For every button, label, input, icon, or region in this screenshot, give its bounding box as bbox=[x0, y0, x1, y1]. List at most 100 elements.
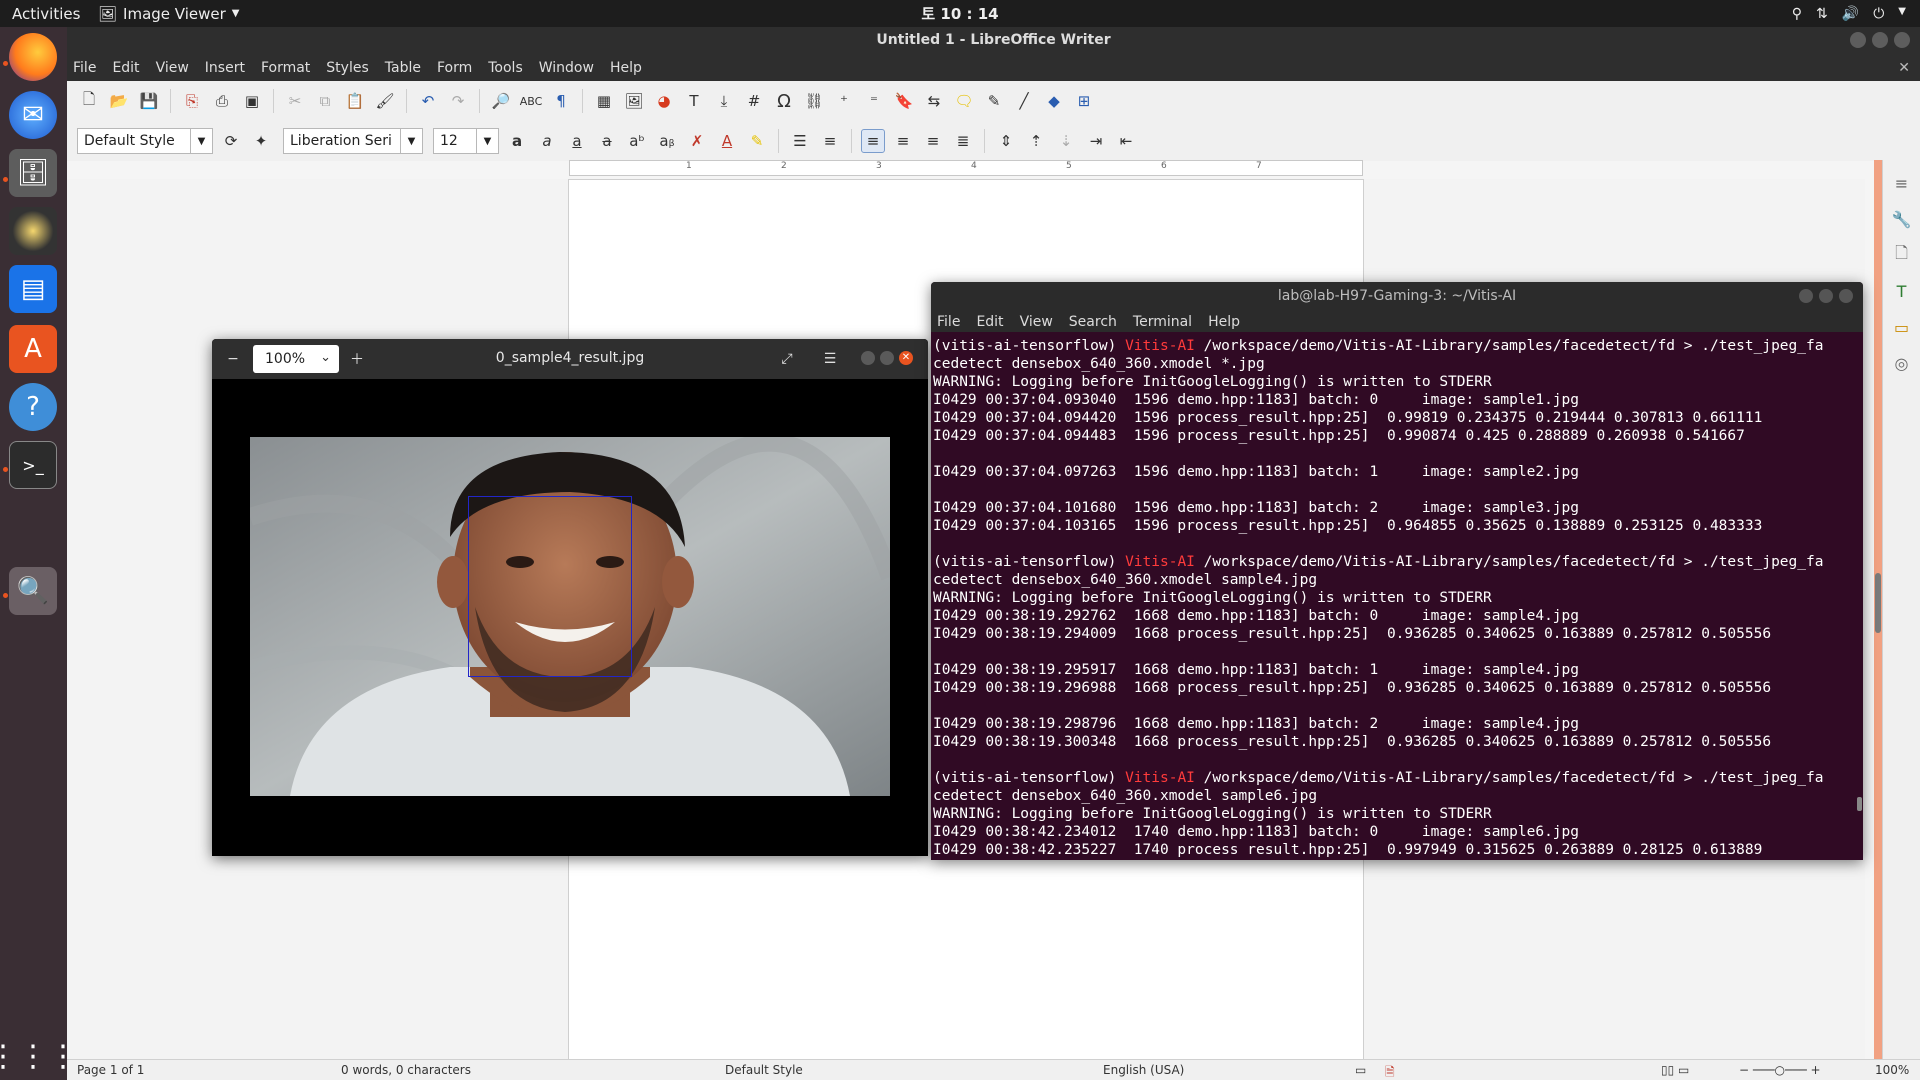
justify-icon[interactable]: ≣ bbox=[951, 129, 975, 153]
rhythmbox-icon[interactable] bbox=[9, 207, 57, 255]
bold-icon[interactable]: a bbox=[505, 129, 529, 153]
hamburger-menu-icon[interactable]: ☰ bbox=[817, 346, 843, 372]
insert-chart-icon[interactable]: ◕ bbox=[652, 89, 676, 113]
thunderbird-icon[interactable]: ✉ bbox=[9, 91, 57, 139]
power-icon[interactable]: ⏻ bbox=[1873, 6, 1884, 22]
menu-view[interactable]: View bbox=[156, 60, 189, 76]
page-style[interactable]: Default Style bbox=[725, 1063, 803, 1077]
highlighting-color-icon[interactable]: ✎ bbox=[745, 129, 769, 153]
italic-icon[interactable]: a bbox=[535, 129, 559, 153]
spelling-icon[interactable]: ABC bbox=[519, 89, 543, 113]
font-name-combo[interactable]: Liberation Seri ▼ bbox=[283, 128, 423, 154]
close-button[interactable]: ✕ bbox=[899, 351, 913, 365]
terminal-output[interactable]: (vitis-ai-tensorflow) Vitis-AI /workspac… bbox=[932, 337, 1856, 857]
writer-icon[interactable]: ▤ bbox=[9, 265, 57, 313]
print-preview-icon[interactable]: ▣ bbox=[240, 89, 264, 113]
bullets-icon[interactable]: ☰ bbox=[788, 129, 812, 153]
navigator-icon[interactable]: ◎ bbox=[1889, 350, 1915, 376]
font-size-combo[interactable]: 12 ▼ bbox=[433, 128, 499, 154]
draw-functions-icon[interactable]: ⊞ bbox=[1072, 89, 1096, 113]
chevron-down-icon[interactable]: ▼ bbox=[476, 129, 498, 153]
insert-comment-icon[interactable]: 🗨 bbox=[952, 89, 976, 113]
align-center-icon[interactable]: ≡ bbox=[891, 129, 915, 153]
files-icon[interactable]: 🗄 bbox=[9, 149, 57, 197]
insert-table-icon[interactable]: ▦ bbox=[592, 89, 616, 113]
menu-edit[interactable]: Edit bbox=[112, 60, 139, 76]
zoom-level[interactable]: 100% bbox=[1875, 1063, 1909, 1077]
zoom-combo[interactable]: 100% ⌄ bbox=[253, 345, 339, 373]
paste-icon[interactable]: 📋 bbox=[343, 89, 367, 113]
maximize-button[interactable] bbox=[1872, 32, 1888, 48]
minimize-button[interactable] bbox=[861, 351, 875, 365]
menu-insert[interactable]: Insert bbox=[205, 60, 245, 76]
fullscreen-icon[interactable]: ⤢ bbox=[774, 346, 800, 372]
line-spacing-icon[interactable]: ⇕ bbox=[994, 129, 1018, 153]
insert-special-character-icon[interactable]: Ω bbox=[772, 89, 796, 113]
update-style-icon[interactable]: ⟳ bbox=[219, 129, 243, 153]
terminal-menu-edit[interactable]: Edit bbox=[976, 314, 1003, 330]
decrease-indent-icon[interactable]: ⇤ bbox=[1114, 129, 1138, 153]
numbering-icon[interactable]: ≡ bbox=[818, 129, 842, 153]
terminal-menu-view[interactable]: View bbox=[1020, 314, 1053, 330]
terminal-titlebar[interactable]: lab@lab-H97-Gaming-3: ~/Vitis-AI bbox=[931, 282, 1863, 311]
language[interactable]: English (USA) bbox=[1103, 1063, 1184, 1077]
paragraph-style-combo[interactable]: Default Style ▼ bbox=[77, 128, 213, 154]
volume-icon[interactable]: 🔊 bbox=[1842, 6, 1859, 22]
cut-icon[interactable]: ✂ bbox=[283, 89, 307, 113]
terminal-menu-help[interactable]: Help bbox=[1208, 314, 1240, 330]
decrease-paragraph-spacing-icon[interactable]: ⇣ bbox=[1054, 129, 1078, 153]
maximize-button[interactable] bbox=[1819, 289, 1833, 303]
zoom-out-icon[interactable]: − bbox=[220, 346, 246, 372]
menu-window[interactable]: Window bbox=[539, 60, 594, 76]
menu-form[interactable]: Form bbox=[437, 60, 472, 76]
zoom-slider[interactable]: − ───○─── + bbox=[1739, 1063, 1821, 1077]
firefox-icon[interactable] bbox=[9, 33, 57, 81]
image-viewer-headerbar[interactable]: − 100% ⌄ ＋ 0_sample4_result.jpg ⤢ ☰ ✕ bbox=[212, 339, 928, 379]
document-modified-icon[interactable]: 🗎 bbox=[1385, 1063, 1395, 1080]
subscript-icon[interactable]: aᵦ bbox=[655, 129, 679, 153]
network-icon[interactable]: ⇅ bbox=[1816, 6, 1828, 22]
strikethrough-icon[interactable]: a bbox=[595, 129, 619, 153]
terminal-menu-search[interactable]: Search bbox=[1069, 314, 1117, 330]
maximize-button[interactable] bbox=[880, 351, 894, 365]
scrollbar-thumb[interactable] bbox=[1857, 797, 1862, 811]
word-count[interactable]: 0 words, 0 characters bbox=[341, 1063, 471, 1077]
page-count[interactable]: Page 1 of 1 bbox=[77, 1063, 144, 1077]
vertical-scrollbar[interactable] bbox=[1874, 160, 1882, 1078]
page-icon[interactable]: 🗋 bbox=[1889, 242, 1915, 268]
clone-formatting-icon[interactable]: 🖌 bbox=[373, 89, 397, 113]
open-icon[interactable]: 📂 bbox=[107, 89, 131, 113]
undo-icon[interactable]: ↶ bbox=[416, 89, 440, 113]
minimize-button[interactable] bbox=[1850, 32, 1866, 48]
chevron-down-icon[interactable]: ⌄ bbox=[320, 350, 331, 365]
terminal-icon[interactable]: >_ bbox=[9, 441, 57, 489]
align-right-icon[interactable]: ≡ bbox=[921, 129, 945, 153]
insert-hyperlink-icon[interactable]: ⛓ bbox=[802, 89, 826, 113]
print-icon[interactable]: ⎙ bbox=[210, 89, 234, 113]
track-changes-icon[interactable]: ✎ bbox=[982, 89, 1006, 113]
close-document-icon[interactable]: ✕ bbox=[1898, 60, 1910, 76]
selection-mode-icon[interactable]: ▭ bbox=[1355, 1063, 1366, 1077]
styles-icon[interactable]: T bbox=[1889, 278, 1915, 304]
horizontal-ruler[interactable]: 1 2 3 4 5 6 7 bbox=[569, 160, 1363, 176]
image-viewer-icon[interactable]: 🔍 bbox=[9, 567, 57, 615]
insert-textbox-icon[interactable]: T bbox=[682, 89, 706, 113]
basic-shapes-icon[interactable]: ◆ bbox=[1042, 89, 1066, 113]
menu-file[interactable]: File bbox=[73, 60, 96, 76]
new-document-icon[interactable]: 🗋 bbox=[77, 89, 101, 113]
insert-field-icon[interactable]: # bbox=[742, 89, 766, 113]
menu-help[interactable]: Help bbox=[610, 60, 642, 76]
show-applications-icon[interactable]: ⋮⋮⋮ bbox=[0, 1032, 78, 1080]
zoom-in-icon[interactable]: ＋ bbox=[344, 346, 370, 372]
terminal-menu-terminal[interactable]: Terminal bbox=[1133, 314, 1192, 330]
activities-button[interactable]: Activities bbox=[0, 5, 94, 23]
terminal-menu-file[interactable]: File bbox=[937, 314, 960, 330]
insert-page-break-icon[interactable]: ⤓ bbox=[712, 89, 736, 113]
chevron-down-icon[interactable]: ▼ bbox=[190, 129, 212, 153]
insert-cross-reference-icon[interactable]: ⇆ bbox=[922, 89, 946, 113]
minimize-button[interactable] bbox=[1799, 289, 1813, 303]
sidebar-menu-icon[interactable]: ≡ bbox=[1889, 170, 1915, 196]
insert-line-icon[interactable]: ╱ bbox=[1012, 89, 1036, 113]
clear-formatting-icon[interactable]: ✗ bbox=[685, 129, 709, 153]
view-layout-icon[interactable]: ▯▯ ▭ bbox=[1661, 1063, 1689, 1077]
